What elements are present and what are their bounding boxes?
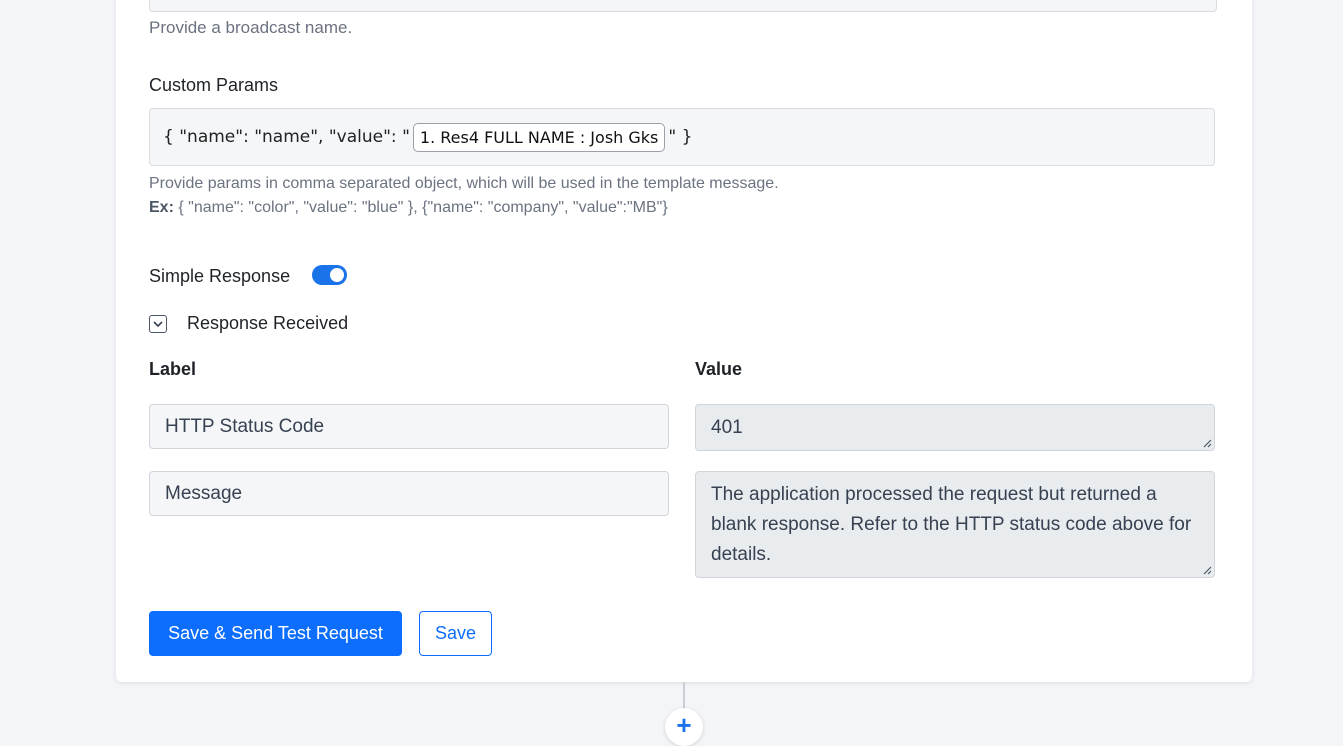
resize-handle-icon[interactable]: [1202, 438, 1212, 448]
custom-params-suffix: " }: [668, 127, 693, 147]
broadcast-name-help: Provide a broadcast name.: [149, 18, 353, 37]
response-label-field[interactable]: [149, 471, 669, 516]
custom-params-example: Ex: { "name": "color", "value": "blue" }…: [149, 199, 668, 217]
broadcast-name-input[interactable]: [149, 0, 1217, 12]
simple-response-toggle[interactable]: [312, 265, 347, 285]
custom-params-label: Custom Params: [149, 75, 279, 95]
save-button[interactable]: Save: [419, 611, 492, 656]
plus-icon: +: [676, 710, 692, 740]
custom-params-prefix: { "name": "name", "value": ": [163, 127, 410, 147]
example-label: Ex:: [149, 199, 174, 216]
response-label-field[interactable]: [149, 404, 669, 449]
response-value-text: 401: [711, 417, 743, 438]
example-value: { "name": "color", "value": "blue" }, {"…: [178, 199, 668, 216]
chevron-down-icon: [153, 320, 163, 327]
add-step-button[interactable]: +: [665, 708, 703, 746]
response-value-field[interactable]: 401: [695, 404, 1215, 451]
response-value-field[interactable]: The application processed the request bu…: [695, 471, 1215, 578]
response-value-text: The application processed the request bu…: [711, 484, 1192, 565]
resize-handle-icon[interactable]: [1202, 565, 1212, 575]
variable-token[interactable]: 1. Res4 FULL NAME : Josh Gks: [412, 122, 666, 152]
toggle-knob: [330, 268, 344, 282]
simple-response-label: Simple Response: [149, 266, 291, 286]
value-column-header: Value: [695, 359, 743, 379]
custom-params-help: Provide params in comma separated object…: [149, 175, 779, 192]
save-and-send-test-button[interactable]: Save & Send Test Request: [149, 611, 402, 656]
custom-params-input[interactable]: { "name": "name", "value": " 1. Res4 FUL…: [149, 108, 1215, 166]
step-config-card: [116, 0, 1252, 682]
response-received-label: Response Received: [187, 313, 349, 333]
label-column-header: Label: [149, 359, 197, 379]
response-received-collapse-button[interactable]: [149, 315, 167, 333]
